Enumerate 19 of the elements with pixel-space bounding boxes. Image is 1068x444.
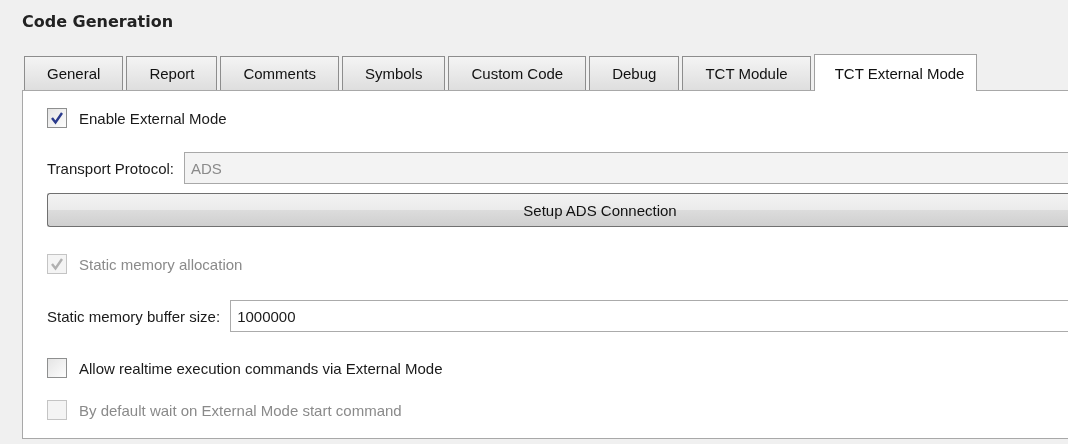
- setup-connection-button[interactable]: Setup ADS Connection: [47, 193, 1068, 227]
- field-label: Transport Protocol:: [47, 159, 174, 177]
- checkbox-label: Allow realtime execution commands via External Mode: [79, 359, 443, 377]
- tab[interactable]: Comments: [220, 56, 339, 90]
- checkbox[interactable]: [47, 358, 67, 378]
- tab[interactable]: Custom Code: [448, 56, 587, 90]
- tab[interactable]: Symbols: [341, 56, 446, 90]
- checkbox-label: Static memory allocation: [79, 255, 243, 273]
- tab[interactable]: Debug: [589, 56, 680, 90]
- input-field[interactable]: 1000000: [230, 300, 1068, 332]
- field-label: Static memory buffer size:: [47, 307, 221, 325]
- checkbox-label: Enable External Mode: [79, 109, 227, 127]
- checkbox-label: By default wait on External Mode start command: [79, 401, 402, 419]
- section-title: Code Generation: [22, 11, 175, 33]
- tab[interactable]: TCT External Mode: [813, 54, 978, 91]
- tab[interactable]: Report: [126, 56, 218, 90]
- tab[interactable]: General: [24, 56, 124, 90]
- checkbox[interactable]: [47, 108, 67, 128]
- tab[interactable]: TCT Module: [682, 56, 811, 90]
